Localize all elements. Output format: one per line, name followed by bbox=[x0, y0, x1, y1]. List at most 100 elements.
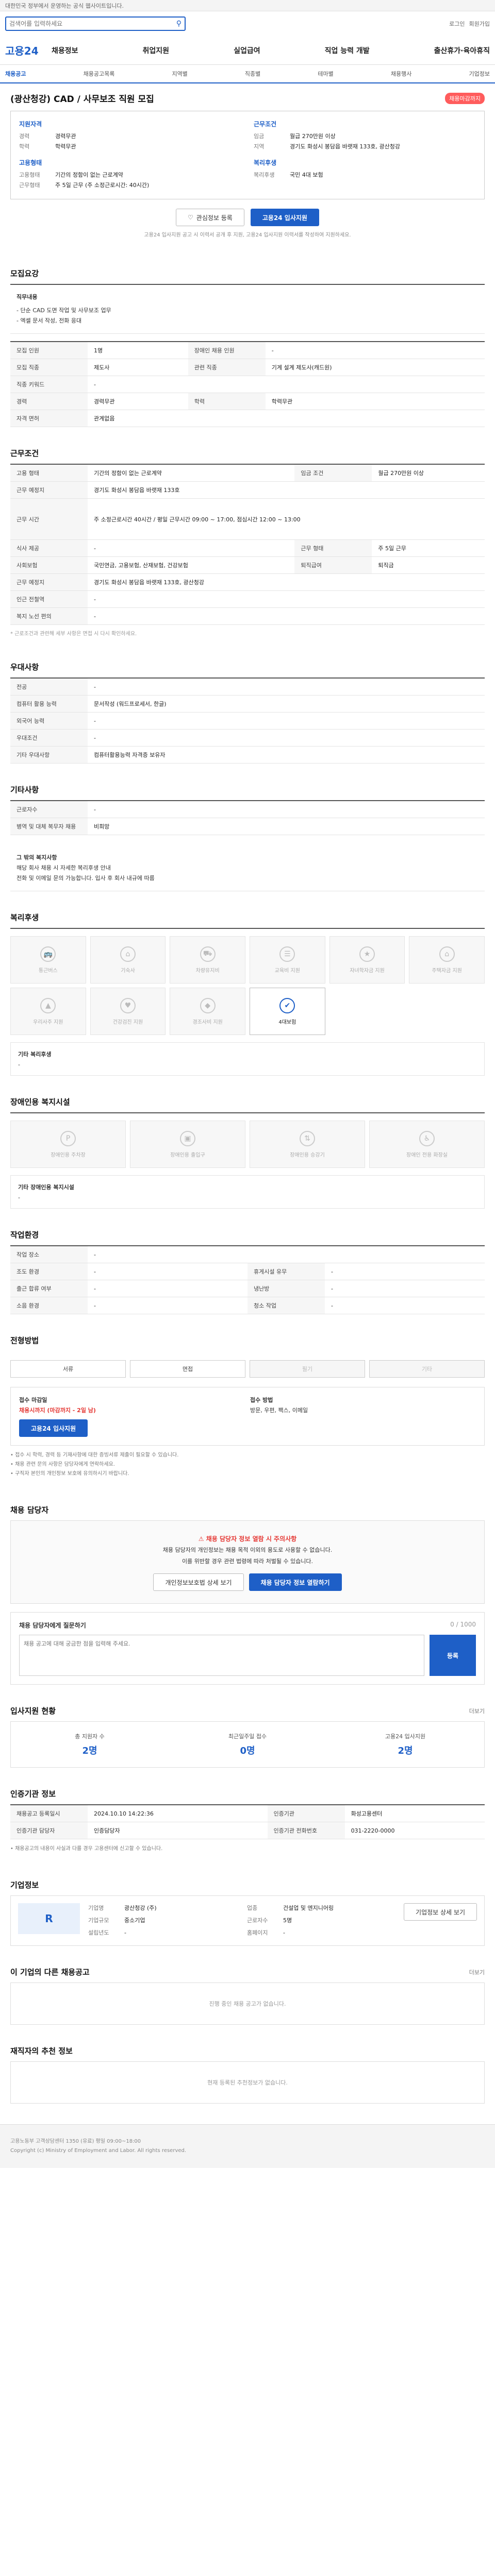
search-icon[interactable]: ⚲ bbox=[176, 20, 182, 28]
org-detail-button[interactable]: 기업정보 상세 보기 bbox=[404, 1903, 477, 1921]
table-row: 직종 키워드 - bbox=[10, 376, 485, 393]
table-row: 인증기관 담당자 인증담당자 인증기관 전화번호 031-2220-0000 bbox=[10, 1822, 485, 1839]
table-head: 장애인 채용 인원 bbox=[188, 342, 266, 359]
bullet-line: • 접수 시 학력, 경력 등 기재사항에 대한 증빙서류 제출이 필요할 수 … bbox=[10, 1452, 179, 1458]
org-section: 기업정보 R 기업명 광산청강 (주) 업종 건설업 및 엔지니어링 기업규모 중소기… bbox=[10, 1879, 485, 1946]
empty-state: 진행 중인 채용 공고가 없습니다. bbox=[10, 1982, 485, 2025]
org-kv: 기업명 광산청강 (주) bbox=[88, 1903, 237, 1913]
more-link[interactable]: 더보기 bbox=[469, 1968, 485, 1976]
kv-key: 업종 bbox=[247, 1905, 258, 1911]
job-summary: 지원자격 경력 경력무관 학력 학력무관 고용형태 고용형태 기간의 정함이 없는 근… bbox=[10, 111, 485, 199]
lnb-item-2[interactable]: 지역별 bbox=[172, 70, 187, 78]
book-icon: ☰ bbox=[279, 946, 295, 962]
apply-button[interactable]: 고용24 입사지원 bbox=[250, 209, 319, 226]
login-link[interactable]: 로그인 bbox=[449, 20, 465, 28]
table-head: 소음 환경 bbox=[10, 1297, 88, 1314]
footer-line: Copyright (c) Ministry of Employment and… bbox=[10, 2148, 187, 2154]
local-nav: 채용공고 채용공고목록 지역별 직종별 테마별 채용행사 기업정보 bbox=[0, 65, 495, 83]
empty-state: 현재 등록된 추천정보가 없습니다. bbox=[10, 2061, 485, 2104]
bus-icon: 🚌 bbox=[40, 946, 56, 962]
method-value: 방문, 우편, 팩스, 이메일 bbox=[250, 1407, 308, 1414]
count-num: 2명 bbox=[398, 1745, 413, 1756]
gnb-item-support[interactable]: 취업지원 bbox=[143, 45, 170, 56]
table-head: 관련 직종 bbox=[188, 359, 266, 376]
table-row: 모집 인원 1명 장애인 채용 인원 - bbox=[10, 342, 485, 359]
table-head: 근로자수 bbox=[10, 801, 88, 818]
search-input[interactable] bbox=[9, 20, 176, 27]
table-cell: 경기도 화성시 봉담읍 바랫재 133호, 광산청강 bbox=[88, 573, 485, 591]
gnb-item-jobs[interactable]: 채용정보 bbox=[52, 45, 78, 56]
count-cell: 총 지원자 수 2명 bbox=[11, 1732, 169, 1757]
table-cell: 컴퓨터활용능력 자격증 보유자 bbox=[88, 746, 485, 764]
join-link[interactable]: 회원가입 bbox=[469, 20, 490, 28]
table-head: 근무 예정지 bbox=[10, 481, 88, 499]
prefer-table: 전공 - 컴퓨터 활용 능력 문서작성 (워드프로세서, 한글) 외국어 능력 - 우… bbox=[10, 677, 485, 764]
table-cell: 월급 270만원 이상 bbox=[372, 464, 485, 482]
shield-icon: ✔ bbox=[279, 997, 295, 1013]
table-head: 출근 합류 여부 bbox=[10, 1280, 88, 1297]
more-link[interactable]: 더보기 bbox=[469, 1707, 485, 1715]
lnb-item-6[interactable]: 기업정보 bbox=[469, 70, 489, 78]
table-row: 근무 예정지 경기도 화성시 봉담읍 바랫재 133호 bbox=[10, 481, 485, 499]
table-cell: - bbox=[88, 678, 485, 696]
table-head: 근무 예정지 bbox=[10, 573, 88, 591]
table-head: 우대조건 bbox=[10, 729, 88, 747]
facility-item: ♿ 장애인 전용 화장실 bbox=[369, 1121, 485, 1168]
gnb-item-training[interactable]: 직업 능력 개발 bbox=[325, 45, 370, 56]
section-title: 우대사항 bbox=[10, 663, 39, 672]
table-row: 소음 환경 - 청소 작업 - bbox=[10, 1297, 485, 1314]
table-head: 자격 면허 bbox=[10, 410, 88, 427]
welfare-label: 차량유지비 bbox=[195, 968, 220, 974]
kv-key: 경력 bbox=[19, 133, 30, 140]
condition-note: * 근로조건과 관련해 세부 사항은 면접 시 다시 확인하세요. bbox=[10, 631, 137, 637]
facility-label: 장애인용 주차장 bbox=[51, 1152, 86, 1158]
apply-method: 접수 방법 방문, 우편, 팩스, 이메일 bbox=[250, 1396, 476, 1437]
table-row: 외국어 능력 - bbox=[10, 712, 485, 730]
table-cell: 주 5일 근무 bbox=[372, 539, 485, 557]
lnb-item-1[interactable]: 채용공고목록 bbox=[84, 70, 115, 78]
lnb-item-3[interactable]: 직종별 bbox=[245, 70, 260, 78]
privacy-law-button[interactable]: 개인정보보호법 상세 보기 bbox=[153, 1573, 244, 1591]
summary-kv: 경력 경력무관 bbox=[19, 131, 241, 142]
search-row: ⚲ 로그인 회원가입 bbox=[0, 11, 495, 36]
inquiry-input[interactable] bbox=[19, 1635, 424, 1676]
etc-value: - bbox=[18, 1061, 20, 1068]
table-row: 인근 전철역 - bbox=[10, 590, 485, 608]
lnb-item-4[interactable]: 테마별 bbox=[318, 70, 333, 78]
search-box[interactable]: ⚲ bbox=[5, 16, 186, 31]
lnb-item-0[interactable]: 채용공고 bbox=[5, 70, 26, 78]
table-cell: 화성고용센터 bbox=[344, 1805, 485, 1822]
etc-description: 그 밖의 복지사항 해당 회사 채용 시 자세한 복리후생 안내 전화 및 이메… bbox=[10, 845, 485, 891]
manager-box: ⚠ 채용 담당자 정보 열람 시 주의사항 채용 담당자의 개인정보는 채용 목… bbox=[10, 1520, 485, 1604]
apply-notice: 고용24 입사지원 공고 시 이력서 공개 후 지원, 고용24 입사지원 이력… bbox=[144, 232, 351, 238]
car-icon: ⛟ bbox=[200, 946, 216, 962]
table-head: 인증기관 bbox=[267, 1805, 345, 1822]
table-cell: - bbox=[88, 1280, 248, 1297]
section-title: 입사지원 현황 더보기 bbox=[10, 1705, 485, 1716]
table-head: 복지 노선 편의 bbox=[10, 607, 88, 625]
lnb-item-5[interactable]: 채용행사 bbox=[391, 70, 411, 78]
table-cell: - bbox=[88, 1297, 248, 1314]
table-row: 복지 노선 편의 - bbox=[10, 607, 485, 625]
apply-heading: 접수 마감일 bbox=[19, 1397, 47, 1403]
table-row: 조도 환경 - 휴게시설 유무 - bbox=[10, 1263, 485, 1280]
table-cell: - bbox=[88, 1263, 248, 1280]
condition-table: 고용 형태 기간의 정함이 없는 근로계약 임금 조건 월급 270만원 이상 근무 … bbox=[10, 464, 485, 625]
gnb-item-leave[interactable]: 출산휴가·육아휴직 bbox=[434, 45, 490, 56]
welfare-label: 우리사주 지원 bbox=[33, 1019, 63, 1025]
inquiry-submit-button[interactable]: 등록 bbox=[430, 1635, 476, 1676]
welfare-item: ⌂ 주택자금 지원 bbox=[409, 936, 485, 984]
gnb-item-benefit[interactable]: 실업급여 bbox=[234, 45, 260, 56]
etc-section: 기타사항 근로자수 - 병역 및 대체 복무자 채용 비희망 그 밖의 복지사항 해… bbox=[10, 784, 485, 891]
inquiry-row: 등록 bbox=[19, 1635, 476, 1676]
apply-button-2[interactable]: 고용24 입사지원 bbox=[19, 1419, 88, 1437]
status-badge: 채용마감까지 bbox=[445, 93, 485, 104]
scrap-button[interactable]: ♡ 관심정보 등록 bbox=[176, 209, 244, 226]
table-cell: 기간의 정함이 없는 근로계약 bbox=[88, 464, 295, 482]
site-logo[interactable]: 고용24 bbox=[5, 43, 52, 58]
facility-label: 장애인 전용 화장실 bbox=[406, 1152, 448, 1158]
facility-item: P 장애인용 주차장 bbox=[10, 1121, 126, 1168]
summary-kv: 근무형태 주 5일 근무 (주 소정근로시간: 40시간) bbox=[19, 180, 241, 191]
main-content: (광산청강) CAD / 사무보조 직원 모집 채용마감까지 지원자격 경력 경력… bbox=[0, 83, 495, 2104]
view-manager-button[interactable]: 채용 담당자 정보 열람하기 bbox=[249, 1573, 342, 1591]
